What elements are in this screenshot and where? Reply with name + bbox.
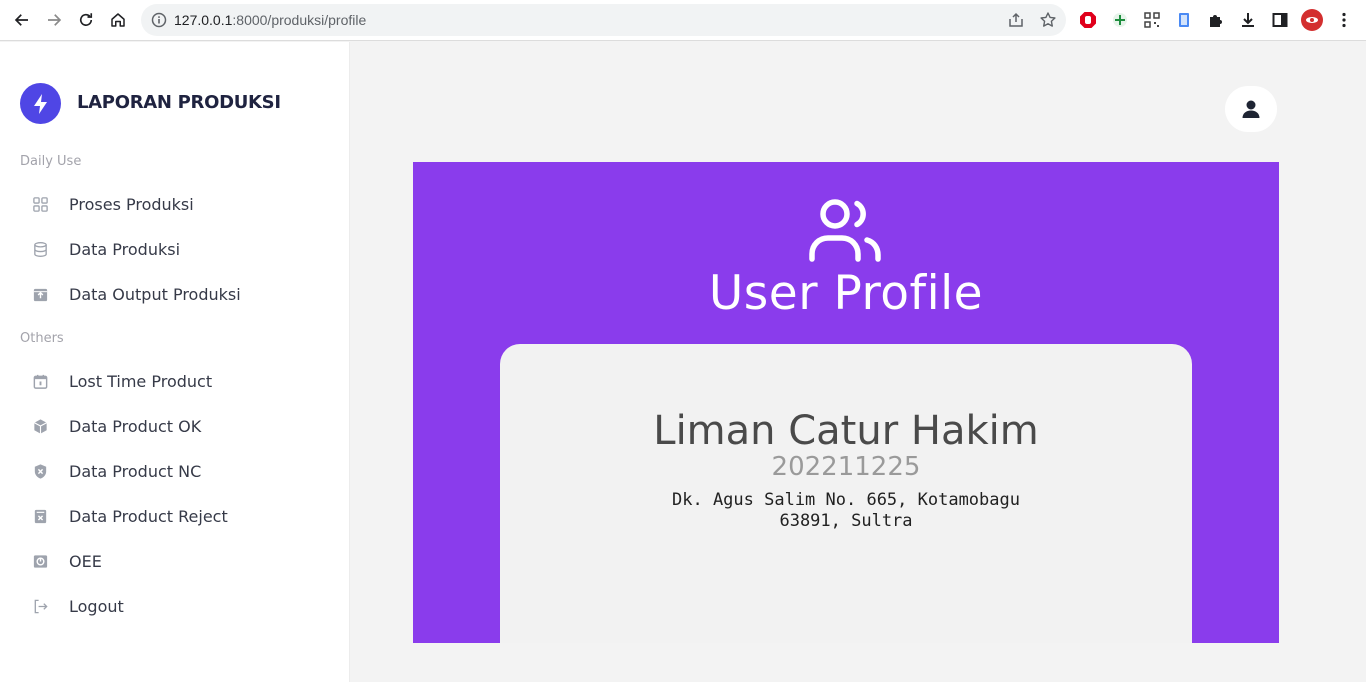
user-icon	[1242, 100, 1260, 118]
url-host: 127.0.0.1	[174, 12, 233, 28]
sidebar-item-label: Proses Produksi	[69, 194, 194, 214]
side-panel-icon[interactable]	[1269, 9, 1291, 31]
sidebar-item-label: Lost Time Product	[69, 371, 213, 391]
calendar-icon	[20, 373, 60, 390]
sidebar-item-label: Data Product NC	[69, 461, 202, 481]
address-line-2: 63891, Sultra	[779, 511, 913, 531]
grid-icon	[20, 196, 60, 213]
document-extension-icon[interactable]	[1173, 9, 1195, 31]
download-icon[interactable]	[1237, 9, 1259, 31]
user-menu-button[interactable]	[1225, 86, 1277, 132]
sidebar-item-label: Logout	[69, 596, 124, 616]
sidebar: LAPORAN PRODUKSI Daily Use Proses Produk…	[0, 42, 350, 682]
page-title: User Profile	[708, 266, 984, 321]
sidebar-item-data-product-nc[interactable]: Data Product NC	[20, 453, 330, 489]
address-line-1: Dk. Agus Salim No. 665, Kotamobagu	[672, 490, 1020, 510]
address-bar[interactable]: 127.0.0.1:8000/produksi/profile	[141, 4, 1066, 36]
profile-avatar-icon[interactable]	[1301, 9, 1323, 31]
qr-code-icon[interactable]	[1141, 9, 1163, 31]
info-icon[interactable]	[151, 12, 167, 28]
profile-card: Liman Catur Hakim 202211225 Dk. Agus Sal…	[500, 344, 1192, 643]
reload-icon	[79, 13, 93, 26]
arrow-right-icon	[48, 14, 62, 26]
section-label-daily-use: Daily Use	[20, 154, 82, 169]
sidebar-item-lost-time-product[interactable]: Lost Time Product	[20, 363, 330, 399]
sidebar-item-data-product-ok[interactable]: Data Product OK	[20, 408, 330, 444]
sidebar-item-data-output-produksi[interactable]: Data Output Produksi	[20, 276, 330, 312]
section-label-others: Others	[20, 331, 64, 346]
star-icon[interactable]	[1039, 11, 1057, 29]
reload-button[interactable]	[74, 8, 98, 32]
home-button[interactable]	[106, 8, 130, 32]
logout-icon	[20, 598, 60, 615]
sidebar-item-label: Data Product Reject	[69, 506, 228, 526]
profile-address: Dk. Agus Salim No. 665, Kotamobagu 63891…	[646, 490, 1046, 532]
plus-extension-icon[interactable]	[1109, 9, 1131, 31]
shield-x-icon	[20, 463, 60, 480]
brand-title: LAPORAN PRODUKSI	[77, 92, 281, 113]
profile-name: Liman Catur Hakim	[653, 408, 1039, 454]
back-button[interactable]	[10, 8, 34, 32]
forward-button[interactable]	[42, 8, 66, 32]
sidebar-item-label: Data Produksi	[69, 239, 181, 259]
lightning-icon	[33, 93, 47, 114]
chart-square-icon	[20, 553, 60, 570]
archive-icon	[20, 286, 60, 303]
share-icon[interactable]	[1007, 11, 1025, 29]
sidebar-item-data-product-reject[interactable]: Data Product Reject	[20, 498, 330, 534]
puzzle-icon[interactable]	[1205, 9, 1227, 31]
profile-id: 202211225	[771, 452, 921, 482]
arrow-left-icon	[14, 14, 28, 26]
home-icon	[111, 13, 125, 27]
sidebar-item-proses-produksi[interactable]: Proses Produksi	[20, 186, 330, 222]
file-x-icon	[20, 508, 60, 525]
sidebar-item-label: OEE	[69, 551, 102, 571]
sidebar-item-label: Data Output Produksi	[69, 284, 241, 304]
cube-icon	[20, 418, 60, 435]
database-icon	[20, 241, 60, 258]
browser-toolbar: 127.0.0.1:8000/produksi/profile	[0, 0, 1366, 41]
menu-kebab-icon[interactable]	[1333, 9, 1355, 31]
sidebar-item-logout[interactable]: Logout	[20, 588, 330, 624]
sidebar-item-data-produksi[interactable]: Data Produksi	[20, 231, 330, 267]
profile-banner: User Profile Liman Catur Hakim 202211225…	[413, 162, 1279, 643]
url-text: 127.0.0.1:8000/produksi/profile	[174, 12, 366, 28]
adblock-extension-icon[interactable]	[1077, 9, 1099, 31]
users-icon	[809, 199, 881, 262]
brand-logo[interactable]	[20, 83, 61, 124]
sidebar-item-label: Data Product OK	[69, 416, 202, 436]
url-path: :8000/produksi/profile	[232, 12, 367, 28]
sidebar-item-oee[interactable]: OEE	[20, 543, 330, 579]
